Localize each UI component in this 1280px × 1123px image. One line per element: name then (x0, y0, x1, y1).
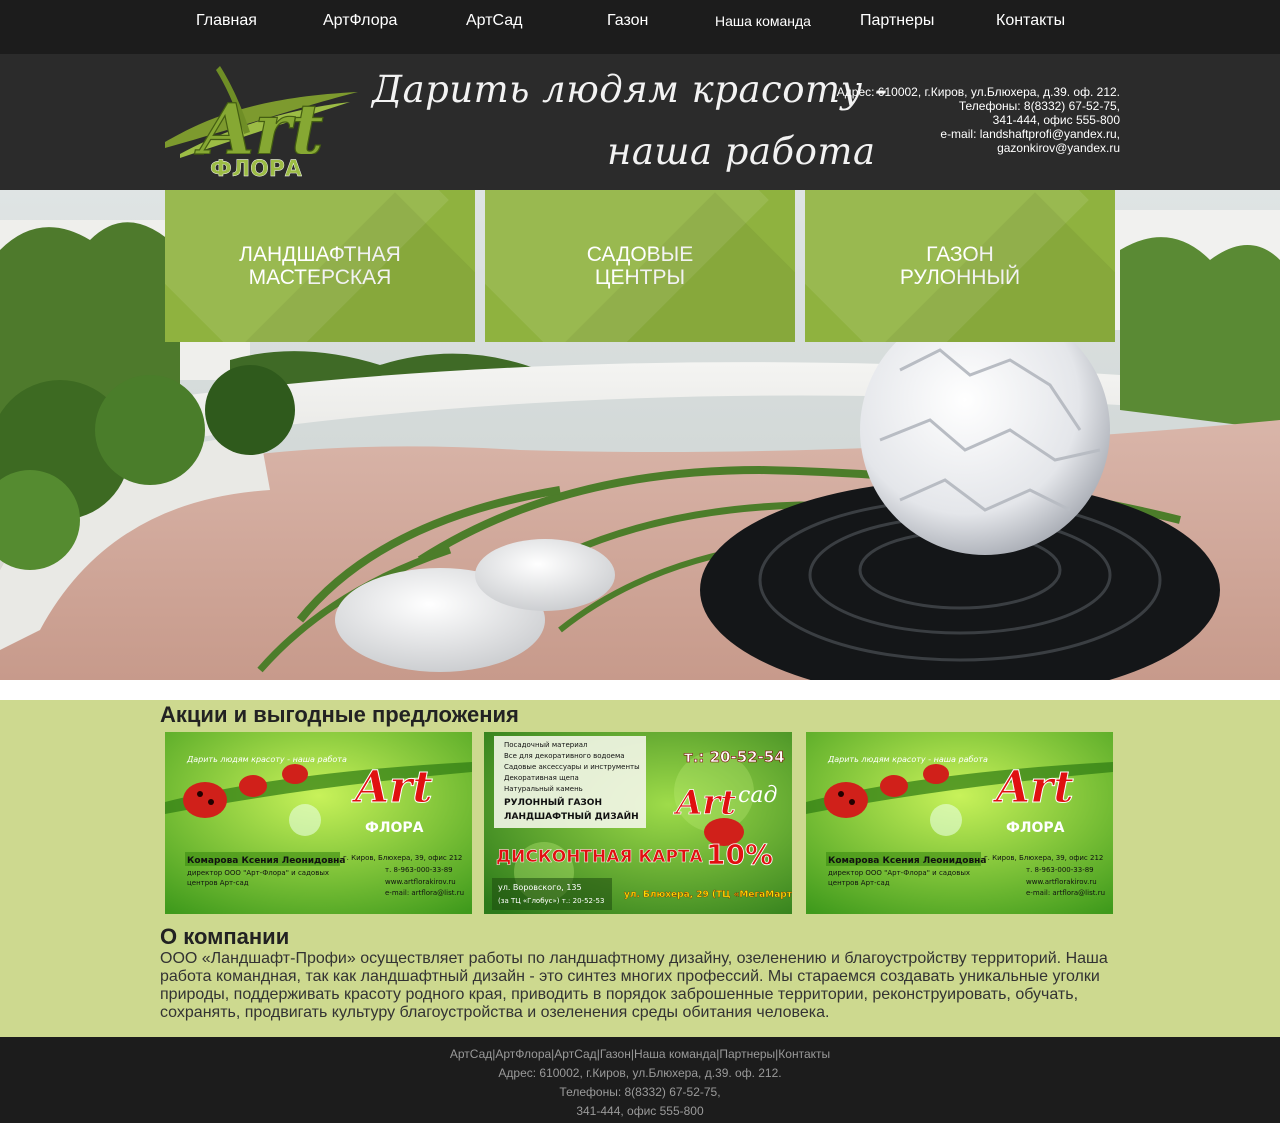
section-divider (0, 680, 1280, 700)
hero-banner: ЛАНДШАФТНАЯ МАСТЕРСКАЯ САДОВЫЕ ЦЕНТРЫ ГАЗО… (0, 190, 1280, 680)
footer-link-artsad[interactable]: АртСад (450, 1047, 492, 1061)
nav-home-link[interactable]: Главная (196, 12, 257, 30)
service-label-line1: САДОВЫЕ (586, 243, 694, 266)
about-heading: О компании (160, 924, 290, 949)
footer-link-team[interactable]: Наша команда (634, 1047, 716, 1061)
footer-phones-2: 341-444, офис 555-800 (576, 1104, 704, 1118)
contact-phones: Телефоны: 8(8332) 67-52-75, (958, 99, 1120, 113)
service-tile-label: ГАЗОН РУЛОННЫЙ (850, 243, 1070, 289)
nav-artsad-link[interactable]: АртСад (466, 12, 523, 30)
service-label-line2: ЦЕНТРЫ (594, 266, 686, 289)
discount-list-item: ЛАНДШАФТНЫЙ ДИЗАЙН (504, 810, 639, 822)
contact-email: e-mail: landshaftprofi@yandex.ru, (940, 127, 1120, 141)
nav-contacts-link[interactable]: Контакты (996, 12, 1065, 30)
main-content: Акции и выгодные предложения Дарить людя… (0, 700, 1280, 1037)
promotions-heading: Акции и выгодные предложения (160, 702, 519, 727)
discount-brand-sad: сад (738, 783, 777, 808)
discount-list-item: Все для декоративного водоема (504, 752, 625, 760)
footer-link-contacts[interactable]: Контакты (778, 1047, 830, 1061)
contact-address: Адрес: 610002, г.Киров, ул.Блюхера, д.39… (836, 85, 1120, 99)
promo-discount-card[interactable]: Посадочный материал Все для декоративног… (484, 732, 792, 914)
card-site: www.artflorakirov.ru (385, 878, 456, 886)
service-label-line1: ЛАНДШАФТНАЯ (239, 243, 401, 266)
footer-address: Адрес: 610002, г.Киров, ул.Блюхера, д.39… (498, 1066, 782, 1080)
card-name: Комарова Ксения Леонидовна (828, 856, 986, 866)
discount-address-1: ул. Воровского, 135 (498, 883, 582, 892)
service-tile-label: САДОВЫЕ ЦЕНТРЫ (530, 243, 750, 289)
discount-phone: т.: 20-52-54 (684, 748, 785, 766)
footer-links: АртСад|АртФлора|АртСад|Газон|Наша команд… (0, 1047, 1280, 1061)
card-phone: т. 8-963-000-33-89 (1026, 866, 1094, 874)
promo-business-card-2[interactable]: Дарить людям красоту - наша работа Art Ф… (806, 732, 1113, 914)
top-navigation: Главная АртФлора АртСад Газон Наша коман… (0, 0, 1280, 54)
footer-link-partners[interactable]: Партнеры (719, 1047, 775, 1061)
discount-list-item: Садовые аксессуары и инструменты (504, 763, 640, 771)
discount-brand-art: Art (673, 783, 736, 823)
card-role-2: центров Арт-сад (187, 879, 249, 887)
card-address: г. Киров, Блюхера, 39, офис 212 (984, 854, 1103, 862)
service-tile-garden-centers[interactable]: САДОВЫЕ ЦЕНТРЫ (485, 190, 795, 342)
service-tile-rolled-lawn[interactable]: ГАЗОН РУЛОННЫЙ (805, 190, 1115, 342)
contact-email-2: gazonkirov@yandex.ru (997, 141, 1120, 155)
card-site: www.artflorakirov.ru (1026, 878, 1097, 886)
card-role-1: директор ООО "Арт-Флора" и садовых (828, 869, 970, 877)
card-slogan: Дарить людям красоту - наша работа (186, 755, 347, 764)
footer-link-artflora[interactable]: АртФлора (495, 1047, 551, 1061)
card-address: г. Киров, Блюхера, 39, офис 212 (343, 854, 462, 862)
promo-business-card-1[interactable]: Дарить людям красоту - наша работа Art Ф… (165, 732, 472, 914)
discount-list-item: РУЛОННЫЙ ГАЗОН (504, 796, 602, 808)
service-label-line1: ГАЗОН (926, 243, 994, 266)
footer-link-lawn[interactable]: Газон (600, 1047, 631, 1061)
header-contacts: Адрес: 610002, г.Киров, ул.Блюхера, д.39… (800, 85, 1120, 155)
nav-partners-link[interactable]: Партнеры (860, 12, 934, 30)
site-header: Art ФЛОРА Дарить людям красоту - наша ра… (0, 54, 1280, 190)
card-brand-art: Art (992, 762, 1074, 813)
card-phone: т. 8-963-000-33-89 (385, 866, 453, 874)
discount-card-title: ДИСКОНТНАЯ КАРТА (496, 847, 704, 867)
card-role-2: центров Арт-сад (828, 879, 890, 887)
card-name: Комарова Ксения Леонидовна (187, 856, 345, 866)
contact-phones-2: 341-444, офис 555-800 (992, 113, 1120, 127)
card-email: e-mail: artflora@list.ru (385, 889, 464, 897)
discount-list-item: Посадочный материал (504, 741, 588, 749)
service-label-line2: МАСТЕРСКАЯ (248, 266, 392, 289)
card-brand-flora: ФЛОРА (365, 820, 424, 836)
service-label-line2: РУЛОННЫЙ (899, 266, 1021, 289)
card-slogan: Дарить людям красоту - наша работа (827, 755, 988, 764)
discount-percent: 10% (706, 838, 773, 871)
card-email: e-mail: artflora@list.ru (1026, 889, 1105, 897)
nav-artflora-link[interactable]: АртФлора (323, 12, 397, 30)
nav-team-link[interactable]: Наша команда (715, 13, 811, 29)
logo-flora-text: ФЛОРА (210, 157, 302, 180)
discount-list-item: Декоративная щепа (504, 774, 579, 782)
artflora-logo[interactable]: Art ФЛОРА (160, 62, 360, 182)
discount-address-2: ул. Блюхера, 29 (ТЦ «МегаМарт») (624, 890, 792, 900)
card-brand-flora: ФЛОРА (1006, 820, 1065, 836)
about-text: ООО «Ландшафт-Профи» осуществляет работы… (160, 950, 1108, 1021)
footer-link-artsad-2[interactable]: АртСад (554, 1047, 596, 1061)
card-role-1: директор ООО "Арт-Флора" и садовых (187, 869, 329, 877)
card-brand-art: Art (351, 762, 433, 813)
footer-phones: Телефоны: 8(8332) 67-52-75, (559, 1085, 721, 1099)
service-tile-landscape[interactable]: ЛАНДШАФТНАЯ МАСТЕРСКАЯ (165, 190, 475, 342)
discount-list-item: Натуральный камень (504, 785, 583, 793)
nav-lawn-link[interactable]: Газон (607, 12, 648, 30)
discount-address-1b: (за ТЦ «Глобус») т.: 20-52-53 (498, 897, 604, 905)
service-tile-label: ЛАНДШАФТНАЯ МАСТЕРСКАЯ (210, 243, 430, 289)
site-footer: АртСад|АртФлора|АртСад|Газон|Наша команд… (0, 1037, 1280, 1123)
